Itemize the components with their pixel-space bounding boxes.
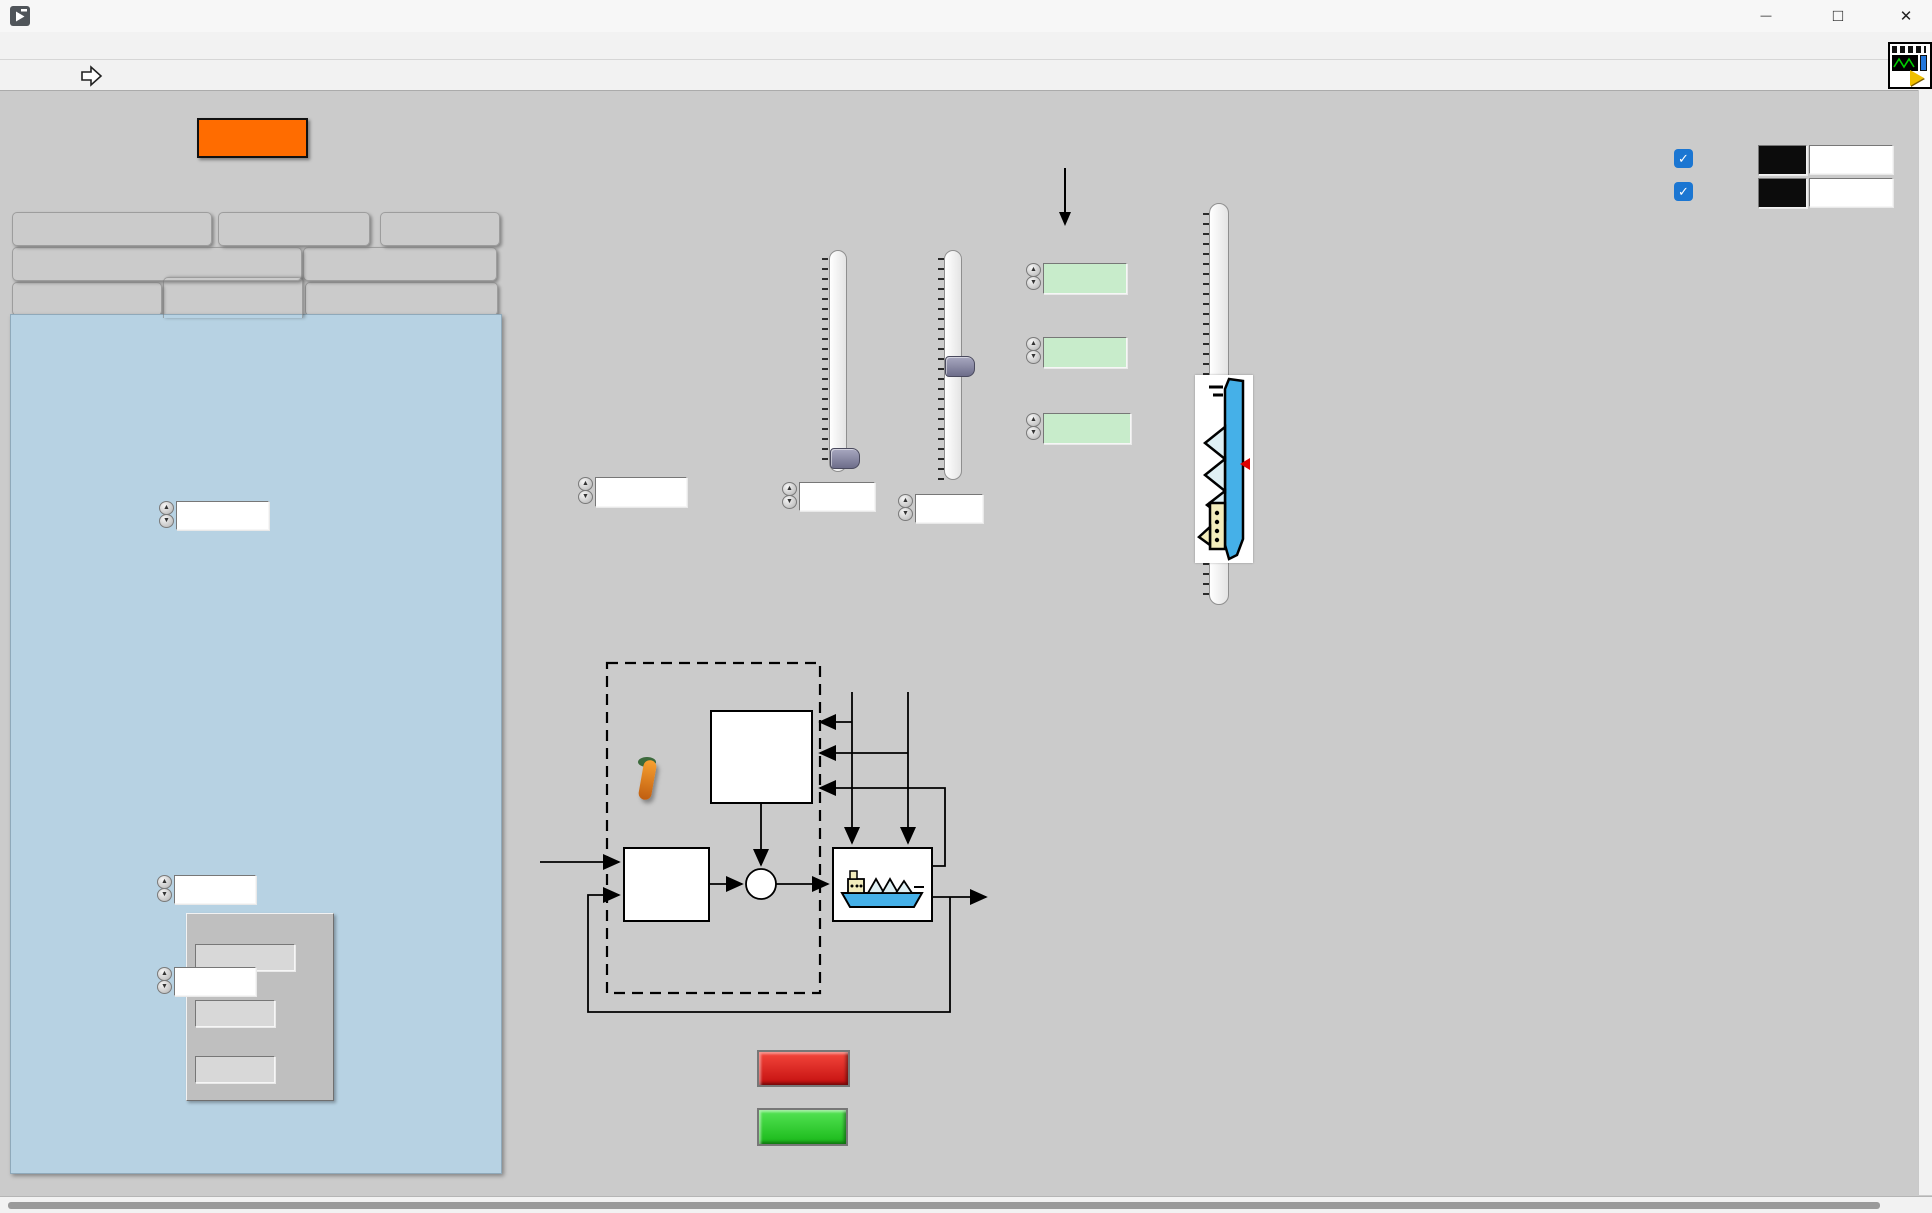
wind-spinner[interactable]: ▲▼ (782, 482, 797, 511)
tab-wind-scale[interactable] (218, 212, 370, 246)
pause-button[interactable] (757, 1108, 848, 1146)
feedforward-contr-box (710, 710, 813, 804)
vi-icon-bar (1920, 55, 1927, 71)
feedforward-toggle[interactable] (630, 755, 666, 813)
ship-icon (834, 849, 931, 920)
current-spinner[interactable]: ▲▼ (898, 494, 913, 523)
tc-input[interactable] (176, 501, 269, 530)
beta-spinner[interactable]: ▲▼ (157, 875, 172, 904)
tab-about[interactable] (380, 212, 500, 246)
aref-input[interactable] (1043, 337, 1127, 368)
plant-ship-box (832, 847, 933, 922)
tab-math-model[interactable] (303, 247, 497, 281)
pref-input[interactable] (1043, 413, 1131, 444)
ti-value (195, 1000, 275, 1027)
maximize-button[interactable] (1809, 0, 1867, 32)
wind-input[interactable] (799, 482, 875, 511)
gauge-input[interactable] (595, 477, 687, 507)
force-waveform-chart (1245, 812, 1890, 1184)
current-input[interactable] (915, 494, 983, 523)
aref-spinner[interactable]: ▲▼ (1026, 337, 1041, 366)
pid-contr-box (623, 847, 710, 922)
labview-window: ▲▼ ▲▼ ▲▼ ▲▼ ▲▼ (0, 0, 1932, 1213)
tab-process-params[interactable] (12, 212, 212, 246)
wind-slider-handle[interactable] (830, 448, 860, 469)
posref-arrow-icon (1056, 166, 1074, 233)
toolbar (0, 60, 1932, 91)
tc-spinner[interactable]: ▲▼ (159, 501, 174, 530)
tab-coordinates-definitions[interactable] (12, 247, 302, 281)
pref-spinner[interactable]: ▲▼ (1026, 413, 1041, 442)
run-arrow-icon[interactable] (80, 64, 106, 93)
vi-icon-strip (1892, 46, 1926, 53)
gauge-spinner[interactable]: ▲▼ (578, 477, 593, 506)
rbias-spinner[interactable]: ▲▼ (1026, 263, 1041, 292)
td-value (195, 1056, 275, 1083)
title-bar (0, 0, 1932, 32)
position-waveform-chart (1245, 190, 1910, 602)
beta-input[interactable] (174, 875, 256, 904)
horizontal-scrollbar-thumb[interactable] (8, 1202, 1880, 1209)
current-slider-handle[interactable] (945, 356, 975, 377)
rbias-input[interactable] (1043, 263, 1127, 294)
wind-angle-gauge[interactable] (538, 242, 748, 457)
tab-pid-settings-active[interactable] (163, 277, 303, 318)
dynpos-diagram (500, 620, 1060, 1040)
pid-cluster (186, 913, 334, 1101)
vi-icon-arrow (1910, 70, 1924, 86)
legend-sample-r[interactable] (1758, 145, 1807, 175)
app-icon (10, 6, 30, 26)
gamma-input[interactable] (174, 967, 256, 996)
menu-bar (0, 32, 1932, 60)
vi-icon-scope (1892, 55, 1918, 71)
gamma-spinner[interactable]: ▲▼ (157, 967, 172, 996)
minimize-button[interactable] (1737, 0, 1795, 32)
vi-icon (1888, 42, 1932, 89)
simview-button[interactable] (197, 118, 308, 158)
vertical-scrollbar[interactable] (1918, 90, 1932, 1195)
legend-value-r (1809, 145, 1893, 174)
tab-feedforward-contr[interactable] (305, 282, 498, 316)
legend-checkbox-r[interactable] (1674, 149, 1693, 168)
tab-sim-settings[interactable] (12, 282, 162, 316)
current-slider-fill (947, 376, 959, 476)
stop-button[interactable] (757, 1050, 850, 1087)
wind-slider-track[interactable] (829, 250, 847, 472)
close-button[interactable] (1877, 0, 1932, 32)
horizontal-scrollbar[interactable] (0, 1196, 1932, 1213)
wind-slider-minor-ticks (822, 258, 828, 460)
pid-settings-panel: ▲▼ ▲▼ ▲▼ (10, 314, 502, 1174)
